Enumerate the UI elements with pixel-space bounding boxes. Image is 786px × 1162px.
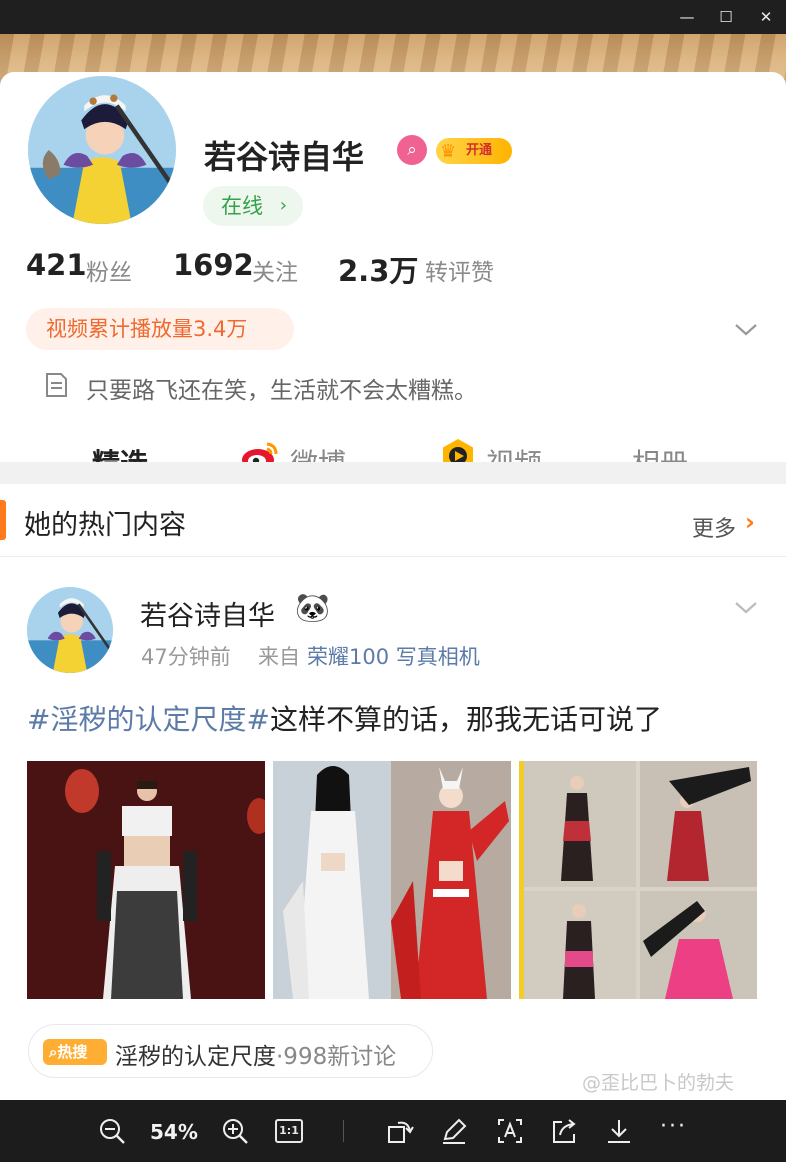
following-label[interactable]: 关注 [252,253,298,287]
divider [0,556,786,557]
post-content: #淫秽的认定尺度#这样不算的话，那我无话可说了 [27,698,662,738]
section-gap [0,462,786,484]
hot-search-label: 热搜 [57,1043,88,1061]
chevron-down-icon[interactable] [733,316,759,342]
text-recognition-icon[interactable] [496,1117,524,1145]
chevron-right-icon[interactable]: › [745,508,755,536]
maximize-button[interactable]: ☐ [712,5,740,29]
post-source-label: 来自 [258,645,300,669]
reposts-label[interactable]: 转评赞 [425,253,494,287]
post-hashtag[interactable]: #淫秽的认定尺度# [27,703,270,736]
post-author-name[interactable]: 若谷诗自华 [140,594,275,633]
section-accent-bar [0,500,6,540]
topic-text: 淫秽的认定尺度·998新讨论 [115,1037,396,1071]
crown-icon: ♛ [440,141,457,162]
download-icon[interactable] [605,1117,633,1145]
avatar-illustration [27,587,113,673]
image-viewer-canvas: 若谷诗自华 ⌕ ♛ 开通 在线 › 421 粉丝 1692 关注 2.3万 转评… [0,34,786,1100]
vip-label: 开通 [466,143,493,158]
photo-image [27,761,265,999]
zoom-in-icon[interactable] [221,1117,249,1145]
document-icon [46,373,67,397]
photo-image [273,761,511,999]
avatar-illustration [28,76,176,224]
profile-username: 若谷诗自华 [204,138,365,176]
chevron-down-icon[interactable] [733,594,759,620]
panda-icon: 🐼 [295,591,330,624]
toolbar-divider [343,1120,344,1142]
actual-size-button[interactable]: 1:1 [275,1119,303,1143]
post-text: 这样不算的话，那我无话可说了 [269,703,662,736]
weibo-watermark: @歪比巴卜的勃夫 [582,1072,735,1094]
post-timestamp: 47分钟前 [141,645,231,669]
photo-image [519,761,757,999]
hot-search-badge: ⌕热搜 [43,1039,107,1065]
followers-label[interactable]: 粉丝 [86,253,132,287]
viewer-toolbar: 54% 1:1 ··· [0,1100,786,1162]
more-options-icon[interactable]: ··· [660,1114,687,1139]
reposts-count[interactable]: 2.3万 [338,248,418,290]
rotate-icon[interactable] [386,1117,414,1145]
zoom-out-icon[interactable] [98,1117,126,1145]
more-link[interactable]: 更多 [692,511,736,543]
topic-count: ·998新讨论 [276,1044,397,1070]
trending-topic-pill[interactable]: ⌕热搜 淫秽的认定尺度·998新讨论 [28,1024,433,1078]
post-author-avatar[interactable] [27,587,113,673]
online-status-button[interactable]: 在线 › [203,186,303,226]
post-photo-1[interactable] [27,761,265,999]
vip-open-badge[interactable]: ♛ 开通 [436,138,512,164]
following-count[interactable]: 1692 [173,248,254,282]
followers-count[interactable]: 421 [26,248,87,282]
profile-bio: 只要路飞还在笑，生活就不会太糟糕。 [86,378,477,404]
zoom-level: 54% [150,1120,198,1144]
minimize-button[interactable]: — [673,5,701,29]
share-icon[interactable] [550,1117,578,1145]
profile-avatar[interactable] [24,72,180,228]
edit-icon[interactable] [440,1117,468,1145]
search-icon[interactable]: ⌕ [397,135,427,165]
profile-card: 若谷诗自华 ⌕ ♛ 开通 在线 › 421 粉丝 1692 关注 2.3万 转评… [0,72,786,496]
video-plays-badge[interactable]: 视频累计播放量3.4万 [26,308,294,350]
chevron-right-icon: › [279,195,287,216]
hot-section-title: 她的热门内容 [24,510,186,541]
close-button[interactable]: ✕ [752,5,780,29]
post-photo-3[interactable] [519,761,757,999]
topic-name: 淫秽的认定尺度 [115,1044,276,1070]
post-device-link[interactable]: 荣耀100 写真相机 [307,641,480,671]
online-label: 在线 [221,194,263,218]
window-titlebar: — ☐ ✕ [0,0,786,34]
post-photo-2[interactable] [273,761,511,999]
